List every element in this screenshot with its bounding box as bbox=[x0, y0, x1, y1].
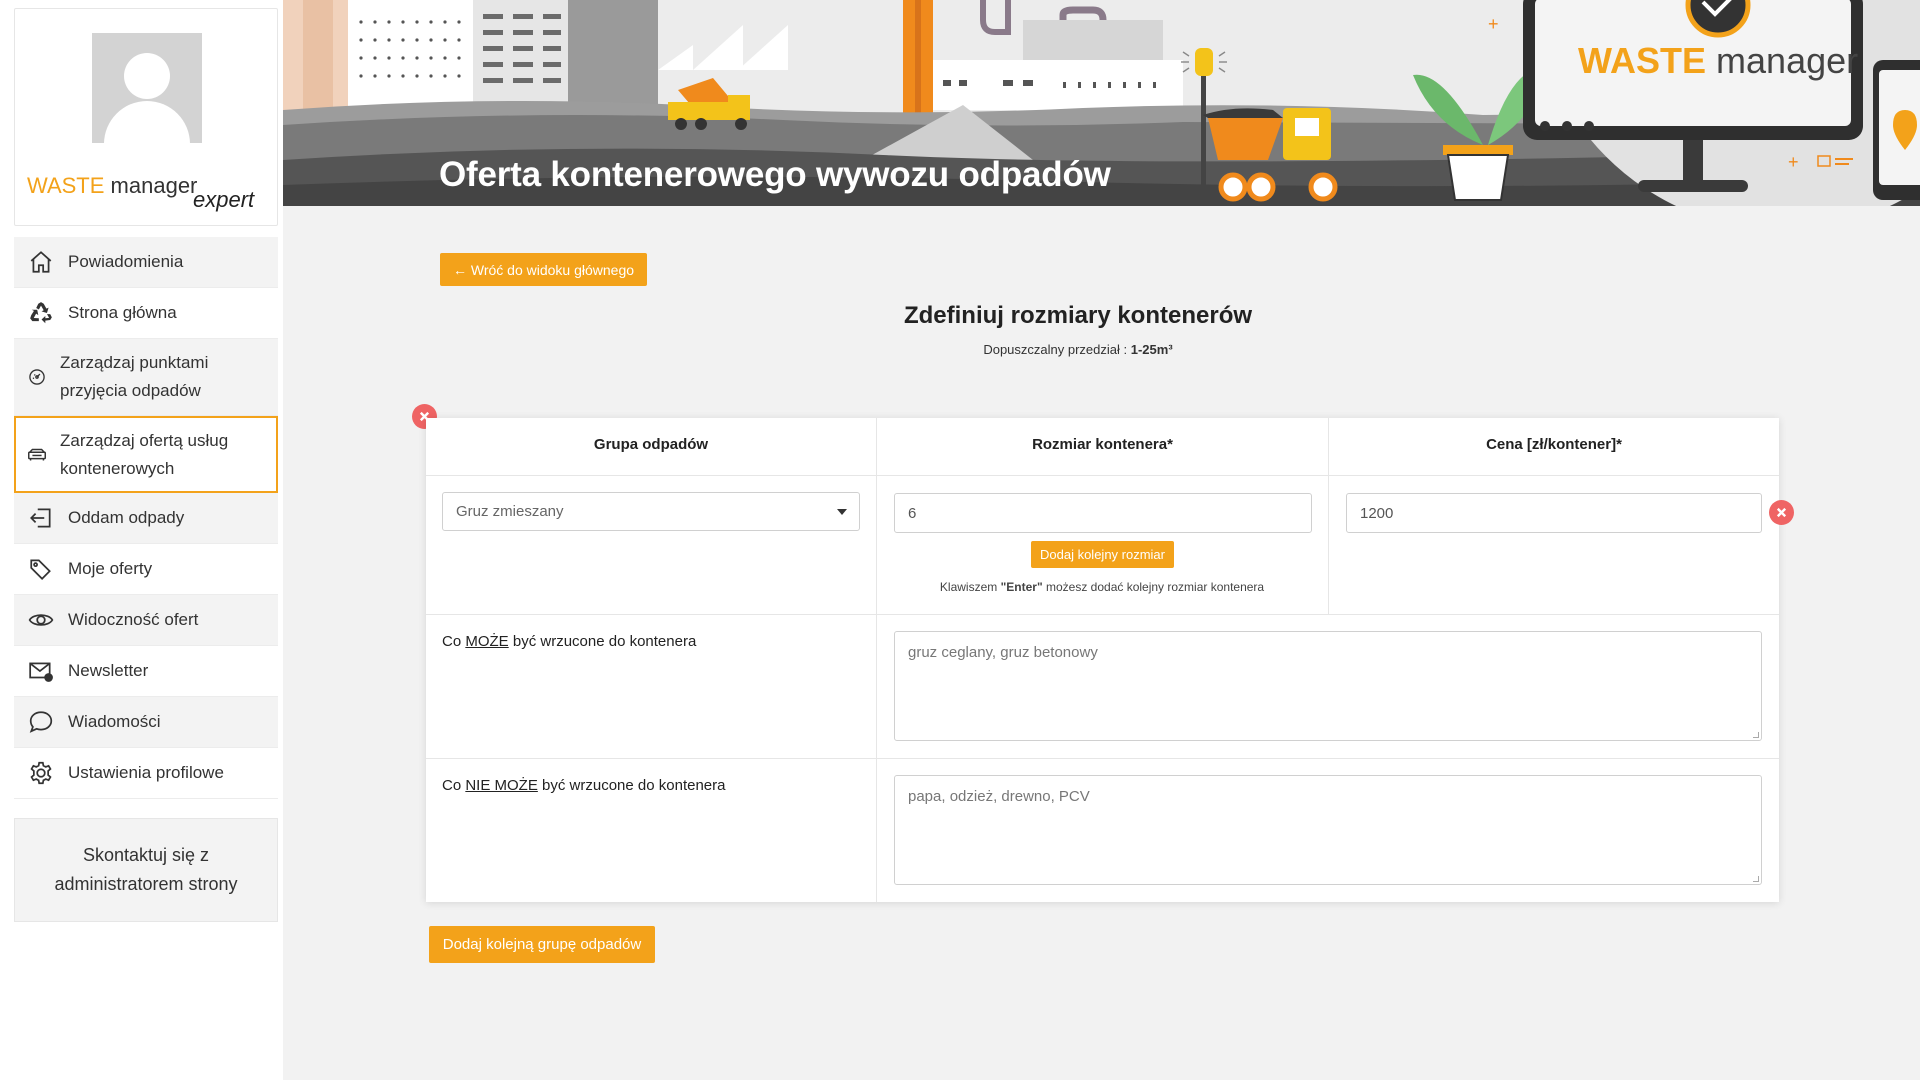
header-waste-group: Grupa odpadów bbox=[593, 436, 709, 453]
sidebar: WASTE manager expert Powiadomienia Stron… bbox=[0, 0, 283, 1080]
container-size-input[interactable]: 6 bbox=[894, 493, 1312, 533]
enter-key-hint: Klawiszem "Enter" możesz dodać kolejny r… bbox=[877, 580, 1327, 594]
sidebar-item-ustawienia[interactable]: Ustawienia profilowe bbox=[14, 748, 278, 799]
page-title: Zdefiniuj rozmiary kontenerów bbox=[903, 302, 1253, 329]
brand-waste: WASTE bbox=[27, 173, 105, 198]
sidebar-item-label: Moje oferty bbox=[68, 559, 153, 578]
sidebar-item-label: Widoczność ofert bbox=[68, 610, 199, 629]
price-value: 1200 bbox=[1360, 504, 1394, 522]
remove-size-button[interactable] bbox=[1769, 500, 1794, 525]
allowed-items-label: Co MOŻE być wrzucone do kontenera bbox=[442, 633, 696, 650]
login-arrow-icon bbox=[26, 503, 56, 533]
svg-text:+: + bbox=[1788, 152, 1799, 172]
profile-card: WASTE manager expert bbox=[14, 8, 278, 226]
header-banner: + + WASTE manager Oferta kontenerowego w… bbox=[283, 0, 1920, 206]
sidebar-item-moje-oferty[interactable]: Moje oferty bbox=[14, 544, 278, 595]
sidebar-item-label: Strona główna bbox=[68, 303, 177, 322]
avatar bbox=[92, 33, 202, 143]
svg-text:+: + bbox=[1488, 14, 1499, 34]
sidebar-item-powiadomienia[interactable]: Powiadomienia bbox=[14, 237, 278, 288]
chevron-down-icon bbox=[837, 509, 847, 515]
waste-group-selected-value: Gruz zmieszany bbox=[456, 503, 564, 520]
chat-bubble-icon bbox=[26, 707, 56, 737]
forbidden-label-pre: Co bbox=[442, 777, 466, 794]
price-input[interactable]: 1200 bbox=[1346, 493, 1762, 533]
contact-admin-link[interactable]: Skontaktuj się z administratorem strony bbox=[14, 818, 278, 922]
container-size-value: 6 bbox=[908, 504, 917, 522]
sidebar-item-label: Zarządzaj ofertą usług kontenerowych bbox=[60, 430, 229, 478]
tag-icon bbox=[26, 554, 56, 584]
sidebar-item-oddam-odpady[interactable]: Oddam odpady bbox=[14, 493, 278, 544]
resize-handle[interactable] bbox=[1753, 876, 1759, 882]
eye-icon bbox=[26, 605, 56, 635]
sidebar-item-newsletter[interactable]: Newsletter bbox=[14, 646, 278, 697]
waste-group-table: Grupa odpadów Rozmiar kontenera* Cena [z… bbox=[426, 418, 1779, 902]
hint-prefix: Klawiszem bbox=[939, 580, 1001, 594]
gauge-icon bbox=[22, 362, 52, 392]
allowed-label-key: MOŻE bbox=[465, 633, 509, 650]
brand-manager: manager bbox=[110, 173, 198, 198]
sidebar-item-label: Powiadomienia bbox=[68, 252, 184, 271]
sidebar-item-wiadomosci[interactable]: Wiadomości bbox=[14, 697, 278, 748]
sidebar-item-strona-glowna[interactable]: Strona główna bbox=[14, 288, 278, 339]
forbidden-items-placeholder: papa, odzież, drewno, PCV bbox=[908, 788, 1090, 805]
forbidden-label-post: być wrzucone do kontenera bbox=[537, 777, 726, 794]
home-icon bbox=[26, 247, 56, 277]
allowed-label-pre: Co bbox=[442, 633, 466, 650]
resize-handle[interactable] bbox=[1753, 732, 1759, 738]
hint-key: "Enter" bbox=[1000, 580, 1043, 594]
container-icon bbox=[22, 440, 52, 470]
close-icon bbox=[1776, 507, 1787, 518]
forbidden-items-label: Co NIE MOŻE być wrzucone do kontenera bbox=[442, 777, 725, 794]
add-waste-group-button[interactable]: Dodaj kolejną grupę odpadów bbox=[429, 926, 655, 963]
allowed-range-value: 1-25m³ bbox=[1130, 342, 1173, 357]
allowed-range-label: Dopuszczalny przedział : bbox=[983, 342, 1131, 357]
sidebar-menu: Powiadomienia Strona główna Zarządzaj pu… bbox=[14, 237, 278, 799]
page-banner-title: Oferta kontenerowego wywozu odpadów bbox=[439, 155, 1111, 194]
gear-icon bbox=[26, 758, 56, 788]
allowed-items-placeholder: gruz ceglany, gruz betonowy bbox=[908, 644, 1098, 661]
envelope-alert-icon bbox=[26, 656, 56, 686]
sidebar-item-label: Ustawienia profilowe bbox=[68, 763, 224, 782]
sidebar-item-widocznosc-ofert[interactable]: Widoczność ofert bbox=[14, 595, 278, 646]
brand-expert: expert bbox=[193, 187, 255, 212]
allowed-range-note: Dopuszczalny przedział : 1-25m³ bbox=[560, 342, 1596, 357]
banner-logo: WASTE manager bbox=[1578, 40, 1858, 82]
sidebar-item-punkty-przyjecia[interactable]: Zarządzaj punktami przyjęcia odpadów bbox=[14, 339, 278, 416]
sidebar-item-label: Oddam odpady bbox=[68, 508, 185, 527]
banner-logo-waste: WASTE bbox=[1578, 40, 1707, 81]
forbidden-label-key: NIE MOŻE bbox=[465, 777, 538, 794]
sidebar-item-label: Wiadomości bbox=[68, 712, 161, 731]
recycle-icon bbox=[26, 298, 56, 328]
brand-logo: WASTE manager expert bbox=[27, 173, 254, 212]
allowed-items-textarea[interactable]: gruz ceglany, gruz betonowy bbox=[894, 631, 1762, 741]
allowed-label-post: być wrzucone do kontenera bbox=[508, 633, 697, 650]
hint-suffix: możesz dodać kolejny rozmiar kontenera bbox=[1042, 580, 1265, 594]
back-to-main-view-button[interactable]: ← Wróć do widoku głównego bbox=[440, 253, 647, 286]
sidebar-item-label: Newsletter bbox=[68, 661, 149, 680]
add-another-size-button[interactable]: Dodaj kolejny rozmiar bbox=[1031, 541, 1174, 568]
waste-group-select[interactable]: Gruz zmieszany bbox=[442, 492, 860, 531]
header-container-size: Rozmiar kontenera* bbox=[1032, 436, 1173, 453]
banner-logo-manager: manager bbox=[1716, 40, 1859, 81]
header-price: Cena [zł/kontener]* bbox=[1486, 436, 1622, 453]
sidebar-item-label: Zarządzaj punktami przyjęcia odpadów bbox=[60, 353, 209, 400]
forbidden-items-textarea[interactable]: papa, odzież, drewno, PCV bbox=[894, 775, 1762, 885]
sidebar-item-oferta-kontenerowa[interactable]: Zarządzaj ofertą usług kontenerowych bbox=[14, 416, 278, 493]
